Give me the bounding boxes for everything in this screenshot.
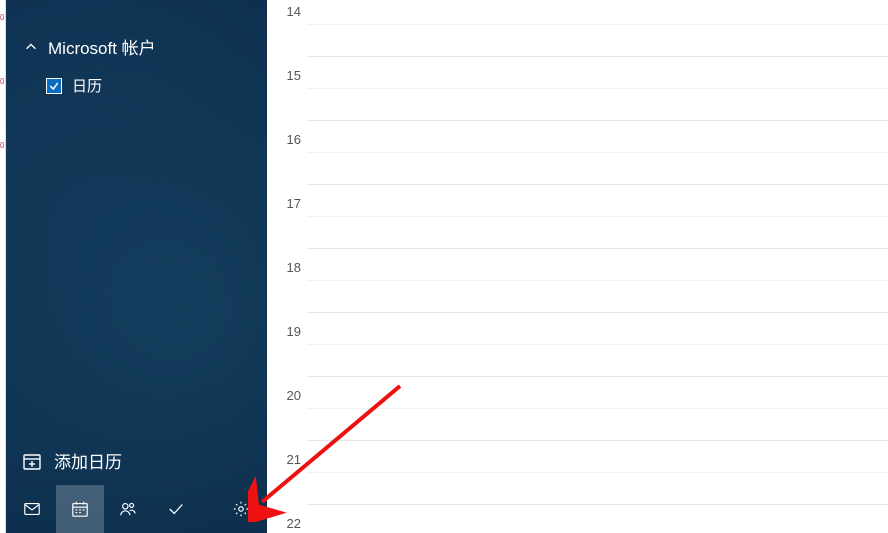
hour-label: 21 [287, 452, 301, 467]
add-calendar-button[interactable]: 添加日历 [6, 436, 267, 485]
hour-label: 20 [287, 388, 301, 403]
hour-rows[interactable] [307, 0, 888, 533]
sidebar-accounts: Microsoft 帐户 日历 [6, 0, 267, 436]
calendar-icon [71, 500, 89, 518]
mail-icon [23, 500, 41, 518]
add-calendar-icon [22, 451, 42, 471]
hour-label: 17 [287, 196, 301, 211]
hour-label: 14 [287, 4, 301, 19]
hour-label: 22 [287, 516, 301, 531]
nav-settings-button[interactable] [217, 485, 265, 533]
nav-todo-button[interactable] [152, 485, 200, 533]
sidebar-nav-bar [6, 485, 267, 533]
calendar-toggle-item[interactable]: 日历 [6, 65, 267, 106]
hour-label: 16 [287, 132, 301, 147]
people-icon [119, 500, 137, 518]
todo-icon [167, 500, 185, 518]
account-label: Microsoft 帐户 [48, 34, 156, 59]
nav-people-button[interactable] [104, 485, 152, 533]
checkbox-checked-icon[interactable] [46, 78, 62, 94]
calendar-day-grid[interactable]: 14 15 16 17 18 19 20 21 22 [267, 0, 888, 533]
sidebar: Microsoft 帐户 日历 添加日历 [6, 0, 267, 533]
gear-icon [232, 500, 250, 518]
account-header[interactable]: Microsoft 帐户 [6, 28, 267, 65]
nav-mail-button[interactable] [8, 485, 56, 533]
hour-label: 18 [287, 260, 301, 275]
chevron-up-icon [24, 40, 38, 54]
calendar-item-label: 日历 [72, 75, 102, 96]
hour-labels-column: 14 15 16 17 18 19 20 21 22 [267, 0, 307, 533]
nav-calendar-button[interactable] [56, 485, 104, 533]
hour-label: 19 [287, 324, 301, 339]
add-calendar-label: 添加日历 [54, 448, 122, 473]
hour-label: 15 [287, 68, 301, 83]
